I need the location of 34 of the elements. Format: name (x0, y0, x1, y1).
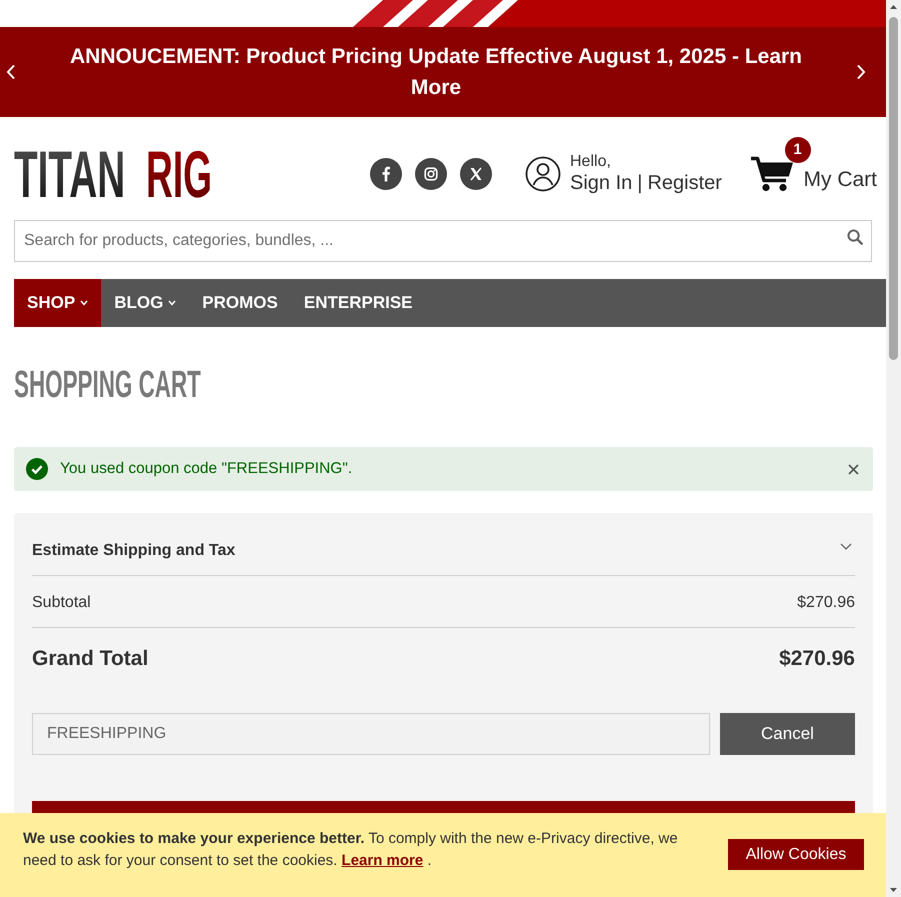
sign-in-link[interactable]: Sign In (570, 171, 632, 195)
my-cart-link[interactable]: My Cart (804, 168, 877, 192)
nav-tab[interactable]: BLOG (101, 279, 190, 327)
nav-tab[interactable]: SHOP (14, 279, 102, 327)
separator-text: | (637, 171, 642, 195)
user-icon[interactable] (525, 156, 561, 192)
grand-total-value: $270.96 (779, 647, 855, 671)
nav-tab[interactable]: ENTERPRISE (290, 279, 426, 327)
cart-count-badge: 1 (784, 137, 810, 163)
instagram-icon[interactable] (415, 158, 447, 190)
learn-more-link[interactable]: Learn more (342, 852, 424, 869)
grand-total-label: Grand Total (32, 647, 148, 671)
page-title: SHOPPING CART (14, 367, 201, 403)
cancel-button[interactable]: Cancel (720, 713, 855, 755)
subtotal-value: $270.96 (797, 594, 855, 612)
cart-icon[interactable] (750, 154, 794, 194)
facebook-icon[interactable] (370, 158, 402, 190)
cookie-message: We use cookies to make your experience better. To comply with the new e-Privacy directive, we need to ask for your consent to set the cookies. Learn more . (23, 829, 679, 871)
estimate-shipping-toggle[interactable]: Estimate Shipping and Tax (32, 513, 855, 576)
alert-message: You used coupon code "FREESHIPPING". (60, 460, 352, 478)
search-icon[interactable] (847, 229, 863, 245)
x-logo-icon[interactable] (460, 158, 492, 190)
action-button[interactable] (32, 801, 855, 814)
coupon-field[interactable]: FREESHIPPING (32, 713, 710, 755)
nav-tab[interactable]: PROMOS (189, 279, 291, 327)
allow-cookies-button[interactable]: Allow Cookies (728, 839, 864, 870)
subtotal-label: Subtotal (32, 594, 91, 612)
announcement-link[interactable]: ANNOUCEMENT: Product Pricing Update Effective August 1, 2025 - Learn More (66, 41, 806, 103)
close-icon[interactable] (848, 464, 859, 474)
search-field[interactable]: Search for products, categories, bundles, ... (14, 220, 872, 262)
greeting-text: Hello, (570, 153, 612, 171)
scrollbar-thumb[interactable] (889, 17, 898, 360)
check-circle-icon (26, 458, 48, 480)
register-link[interactable]: Register (647, 171, 722, 195)
